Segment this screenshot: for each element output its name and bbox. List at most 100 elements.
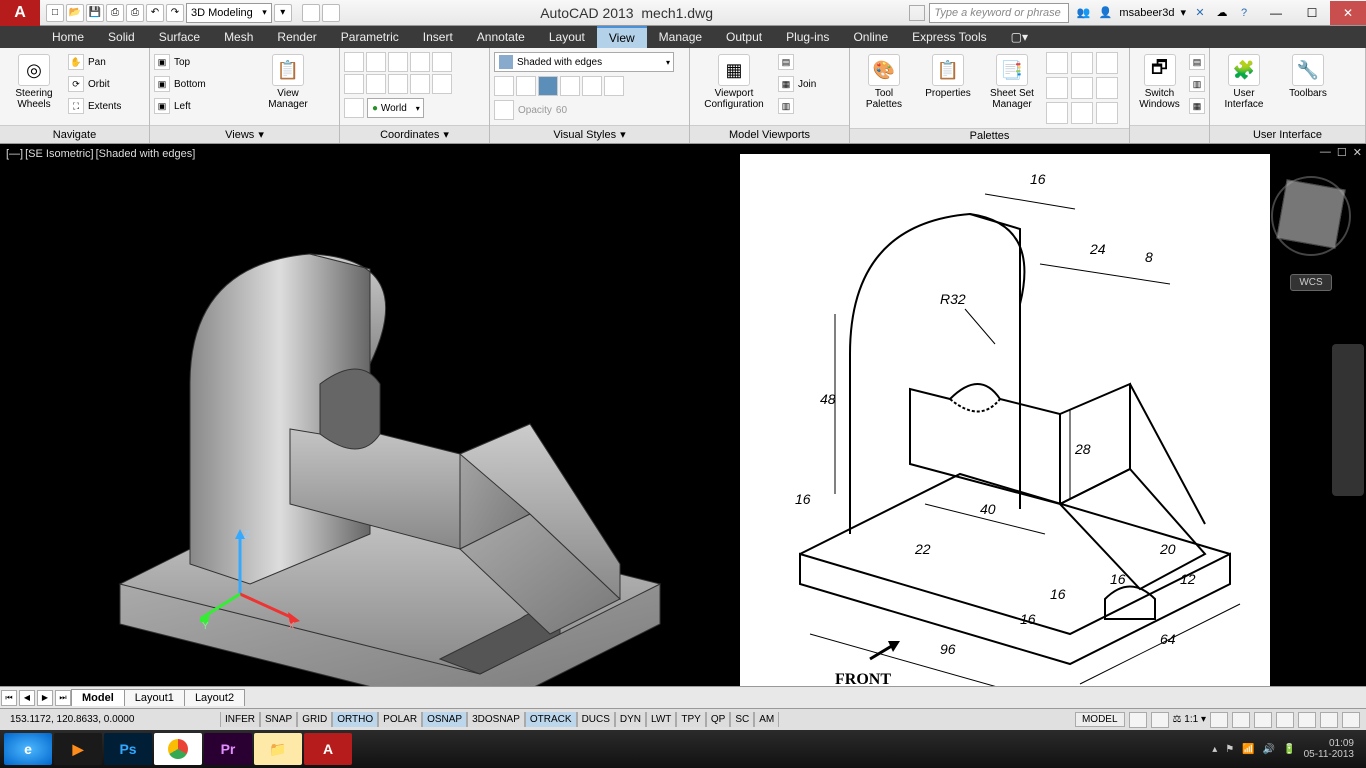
qat-redo-icon[interactable]: ↷ (166, 4, 184, 22)
orbit-button[interactable]: ⟳Orbit (68, 74, 121, 94)
nav-showmotion-icon[interactable] (1338, 470, 1358, 490)
layout-tab-model[interactable]: Model (71, 689, 125, 706)
tab-plug-ins[interactable]: Plug-ins (774, 26, 841, 48)
qat-extra2-icon[interactable] (322, 4, 340, 22)
tab-home[interactable]: Home (40, 26, 96, 48)
view-left-button[interactable]: ▣Left (154, 96, 254, 116)
sheet-set-button[interactable]: 📑Sheet Set Manager (982, 52, 1042, 110)
autocad-taskbar-icon[interactable]: A (304, 733, 352, 765)
tab-view[interactable]: View (597, 26, 647, 48)
vp-named-button[interactable]: ▤ (778, 52, 816, 72)
qat-open-icon[interactable]: 📂 (66, 4, 84, 22)
tab-online[interactable]: Online (841, 26, 900, 48)
viewport-label[interactable]: [—][SE Isometric][Shaded with edges] (6, 148, 195, 160)
wcs-label[interactable]: WCS (1290, 274, 1331, 291)
sr-btn-3[interactable] (1210, 712, 1228, 728)
vp-maximize-icon[interactable]: ☐ (1337, 146, 1347, 159)
qat-more-icon[interactable]: ▾ (274, 4, 292, 22)
app-logo[interactable]: A (0, 0, 40, 26)
tab-manage[interactable]: Manage (647, 26, 714, 48)
drawing-area[interactable]: [—][SE Isometric][Shaded with edges] — ☐… (0, 144, 1366, 686)
vp-close-icon[interactable]: ✕ (1353, 146, 1362, 159)
view-manager-button[interactable]: 📋 View Manager (258, 52, 318, 110)
qat-undo-icon[interactable]: ↶ (146, 4, 164, 22)
toggle-ducs[interactable]: DUCS (577, 712, 615, 727)
chevron-down-icon[interactable]: ▾ (443, 128, 449, 141)
username[interactable]: msabeer3d (1119, 7, 1174, 19)
toggle-grid[interactable]: GRID (297, 712, 332, 727)
photoshop-icon[interactable]: Ps (104, 733, 152, 765)
sr-btn-6[interactable] (1276, 712, 1294, 728)
win-tile-icon[interactable]: ▤ (1189, 54, 1205, 70)
premiere-icon[interactable]: Pr (204, 733, 252, 765)
vs-icon-5[interactable] (582, 76, 602, 96)
palette-icon-2[interactable] (1071, 52, 1093, 74)
tab-last-icon[interactable]: ⏭ (55, 690, 71, 706)
workspace-selector[interactable]: 3D Modeling (186, 3, 272, 23)
palette-icon-5[interactable] (1071, 77, 1093, 99)
toggle-lwt[interactable]: LWT (646, 712, 676, 727)
tab-mesh[interactable]: Mesh (212, 26, 265, 48)
chrome-icon[interactable] (154, 733, 202, 765)
sr-btn-8[interactable] (1320, 712, 1338, 728)
exchange-icon[interactable]: ✕ (1192, 5, 1208, 21)
signin-icon[interactable]: 👥 (1075, 5, 1091, 21)
clock[interactable]: 01:0905-11-2013 (1304, 738, 1354, 760)
qat-extra1-icon[interactable] (302, 4, 320, 22)
sr-btn-7[interactable] (1298, 712, 1316, 728)
nav-orbit-icon[interactable] (1338, 440, 1358, 460)
ucs-icon-2[interactable] (366, 52, 386, 72)
qat-new-icon[interactable]: □ (46, 4, 64, 22)
nav-zoom-icon[interactable] (1338, 410, 1358, 430)
toggle-dyn[interactable]: DYN (615, 712, 646, 727)
palette-icon-1[interactable] (1046, 52, 1068, 74)
win-arrange-icon[interactable]: ▦ (1189, 98, 1205, 114)
qat-saveas-icon[interactable]: ⎙ (106, 4, 124, 22)
palette-icon-8[interactable] (1071, 102, 1093, 124)
tab-output[interactable]: Output (714, 26, 774, 48)
ucs-icon-5[interactable] (432, 52, 452, 72)
palette-icon-9[interactable] (1096, 102, 1118, 124)
viewcube[interactable]: WCS (1266, 184, 1356, 294)
toolbars-button[interactable]: 🔧Toolbars (1278, 52, 1338, 99)
tab-solid[interactable]: Solid (96, 26, 147, 48)
tab-next-icon[interactable]: ▶ (37, 690, 53, 706)
palette-icon-6[interactable] (1096, 77, 1118, 99)
vp-restore-button[interactable]: ▥ (778, 96, 816, 116)
toggle-3dosnap[interactable]: 3DOSNAP (467, 712, 525, 727)
ucs-icon-6[interactable] (344, 74, 364, 94)
infocenter-icon[interactable] (909, 5, 925, 21)
sr-btn-2[interactable] (1151, 712, 1169, 728)
toggle-osnap[interactable]: OSNAP (422, 712, 467, 727)
visual-style-selector[interactable]: Shaded with edges (494, 52, 674, 72)
toggle-sc[interactable]: SC (730, 712, 754, 727)
dropdown-icon[interactable]: ▾ (1180, 6, 1186, 19)
view-top-button[interactable]: ▣Top (154, 52, 254, 72)
wmp-icon[interactable]: ▶ (54, 733, 102, 765)
ucs-icon-4[interactable] (410, 52, 430, 72)
toggle-tpy[interactable]: TPY (676, 712, 705, 727)
tray-network-icon[interactable]: 📶 (1242, 744, 1254, 755)
maximize-button[interactable]: ☐ (1294, 1, 1330, 25)
stayconnected-icon[interactable]: ☁ (1214, 5, 1230, 21)
vs-icon-3[interactable] (538, 76, 558, 96)
extents-button[interactable]: ⛶Extents (68, 96, 121, 116)
nav-pan-icon[interactable] (1338, 380, 1358, 400)
viewcube-cube[interactable] (1276, 179, 1346, 249)
palette-icon-3[interactable] (1096, 52, 1118, 74)
user-icon[interactable]: 👤 (1097, 5, 1113, 21)
ucs-icon-3[interactable] (388, 52, 408, 72)
opacity-icon[interactable] (494, 100, 514, 120)
model-space-button[interactable]: MODEL (1075, 712, 1125, 727)
help-icon[interactable]: ? (1236, 5, 1252, 21)
ribbon-overflow-icon[interactable]: ▢▾ (999, 26, 1040, 48)
user-interface-button[interactable]: 🧩User Interface (1214, 52, 1274, 110)
tab-surface[interactable]: Surface (147, 26, 212, 48)
toggle-polar[interactable]: POLAR (378, 712, 422, 727)
ucs-name-selector[interactable]: ● World (367, 98, 424, 118)
view-bottom-button[interactable]: ▣Bottom (154, 74, 254, 94)
explorer-icon[interactable]: 📁 (254, 733, 302, 765)
tray-up-icon[interactable]: ▴ (1212, 744, 1217, 755)
tab-insert[interactable]: Insert (411, 26, 465, 48)
annotation-scale[interactable]: ⚖ 1:1 ▾ (1173, 714, 1206, 725)
